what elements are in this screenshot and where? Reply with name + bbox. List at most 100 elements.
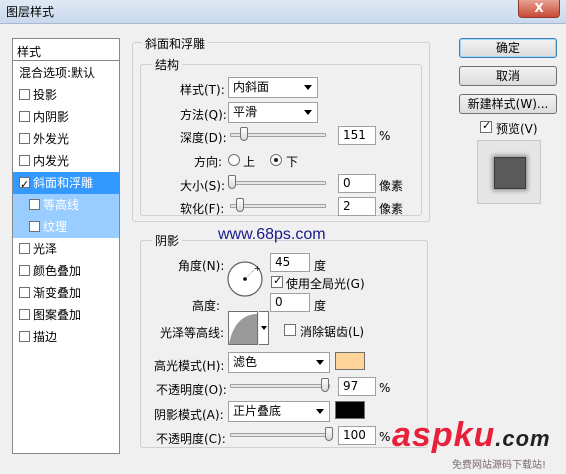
soften-unit: 像素 xyxy=(379,202,404,216)
style-list-item[interactable]: 等高线 xyxy=(13,194,119,216)
shadow-opacity-unit: % xyxy=(379,430,391,444)
global-light-label[interactable]: 使用全局光(G) xyxy=(286,275,365,292)
highlight-mode-label: 高光模式(H): xyxy=(154,359,225,373)
depth-input[interactable]: 151 xyxy=(338,126,376,145)
style-list-item-label: 渐变叠加 xyxy=(33,286,82,300)
highlight-mode-value: 滤色 xyxy=(233,355,258,369)
style-list-checkbox[interactable] xyxy=(19,309,30,320)
angle-dial[interactable]: + xyxy=(226,260,264,298)
highlight-opacity-label: 不透明度(O): xyxy=(156,383,227,397)
style-list-item-label: 混合选项:默认 xyxy=(19,66,96,80)
direction-up-radio[interactable] xyxy=(228,154,240,166)
style-list-item-label: 外发光 xyxy=(33,132,70,146)
style-list-checkbox[interactable] xyxy=(19,265,30,276)
size-input[interactable]: 0 xyxy=(338,174,376,193)
global-light-checkbox[interactable] xyxy=(271,274,283,288)
style-list-checkbox[interactable] xyxy=(19,133,30,144)
chevron-down-icon xyxy=(304,110,312,115)
style-list-item[interactable]: 描边 xyxy=(13,326,119,348)
style-list-checkbox[interactable] xyxy=(29,221,40,232)
angle-input[interactable]: 45 xyxy=(270,253,310,272)
style-list-item-label: 内发光 xyxy=(33,154,70,168)
gloss-contour-label: 光泽等高线: xyxy=(160,326,225,340)
new-style-button[interactable]: 新建样式(W)... xyxy=(459,94,557,114)
soften-label: 软化(F): xyxy=(180,202,225,216)
shadow-opacity-slider[interactable] xyxy=(230,433,330,437)
window-title: 图层样式 xyxy=(6,5,55,19)
size-slider[interactable] xyxy=(230,181,326,185)
highlight-mode-dropdown[interactable]: 滤色 xyxy=(228,352,330,373)
depth-label: 深度(D): xyxy=(180,131,227,145)
highlight-opacity-thumb[interactable] xyxy=(321,378,329,392)
chevron-down-icon xyxy=(261,326,267,330)
preview-label[interactable]: 预览(V) xyxy=(496,120,538,137)
watermark-68ps: www.68ps.com xyxy=(218,226,326,243)
style-dropdown[interactable]: 内斜面 xyxy=(228,77,318,98)
antialias-checkbox[interactable] xyxy=(284,324,296,336)
style-list-header[interactable]: 样式 xyxy=(13,39,119,61)
altitude-input[interactable]: 0 xyxy=(270,293,310,312)
style-list-item[interactable]: 光泽 xyxy=(13,238,119,260)
style-list-item-label: 投影 xyxy=(33,88,58,102)
soften-input[interactable]: 2 xyxy=(338,197,376,216)
soften-slider-thumb[interactable] xyxy=(236,198,244,212)
altitude-label: 高度: xyxy=(192,299,221,313)
style-preview xyxy=(477,140,541,204)
watermark-aspku: aspku.com xyxy=(392,416,551,455)
technique-dropdown[interactable]: 平滑 xyxy=(228,102,318,123)
gloss-contour-dropdown[interactable] xyxy=(259,311,269,345)
style-label: 样式(T): xyxy=(180,83,225,97)
style-list-item[interactable]: 渐变叠加 xyxy=(13,282,119,304)
shadow-opacity-thumb[interactable] xyxy=(325,427,333,441)
style-list-item[interactable]: 图案叠加 xyxy=(13,304,119,326)
style-list-checkbox[interactable] xyxy=(19,331,30,342)
style-list-checkbox[interactable] xyxy=(19,174,30,196)
direction-label: 方向: xyxy=(194,155,223,169)
style-list-item[interactable]: 混合选项:默认 xyxy=(13,62,119,84)
highlight-opacity-unit: % xyxy=(379,381,391,395)
chevron-down-icon xyxy=(316,360,324,365)
soften-slider[interactable] xyxy=(230,204,326,208)
style-list-checkbox[interactable] xyxy=(19,155,30,166)
depth-slider-thumb[interactable] xyxy=(240,127,248,141)
style-list-item-label: 描边 xyxy=(33,330,58,344)
style-list-item[interactable]: 外发光 xyxy=(13,128,119,150)
ok-button[interactable]: 确定 xyxy=(459,38,557,58)
close-button[interactable]: X xyxy=(518,0,560,18)
angle-unit: 度 xyxy=(314,259,327,273)
gloss-contour-picker[interactable] xyxy=(228,311,258,345)
highlight-opacity-input[interactable]: 97 xyxy=(338,377,376,396)
style-list-item-label: 等高线 xyxy=(43,198,80,212)
style-list-checkbox[interactable] xyxy=(19,287,30,298)
antialias-label[interactable]: 消除锯齿(L) xyxy=(300,323,364,340)
highlight-color-swatch[interactable] xyxy=(335,352,365,370)
direction-down-label[interactable]: 下 xyxy=(286,153,298,170)
style-list-checkbox[interactable] xyxy=(29,199,40,210)
style-list-item[interactable]: 内阴影 xyxy=(13,106,119,128)
title-bar: 图层样式 X xyxy=(0,0,566,24)
shadow-opacity-label: 不透明度(C): xyxy=(156,432,226,446)
style-list-item[interactable]: 投影 xyxy=(13,84,119,106)
highlight-opacity-slider[interactable] xyxy=(230,384,330,388)
style-list-item[interactable]: 内发光 xyxy=(13,150,119,172)
style-list-item[interactable]: 斜面和浮雕 xyxy=(13,172,119,196)
style-list-checkbox[interactable] xyxy=(19,89,30,100)
shadow-color-swatch[interactable] xyxy=(335,401,365,419)
style-list-item[interactable]: 颜色叠加 xyxy=(13,260,119,282)
style-list-checkbox[interactable] xyxy=(19,243,30,254)
shadow-opacity-input[interactable]: 100 xyxy=(338,426,376,445)
watermark-tagline: 免费网站源码下载站! xyxy=(452,460,547,471)
style-list-item-label: 颜色叠加 xyxy=(33,264,82,278)
style-dropdown-value: 内斜面 xyxy=(233,80,270,94)
style-list-item-label: 内阴影 xyxy=(33,110,70,124)
preview-checkbox[interactable] xyxy=(480,119,492,133)
style-list-checkbox[interactable] xyxy=(19,111,30,122)
style-list-item[interactable]: 纹理 xyxy=(13,216,119,238)
direction-down-radio[interactable] xyxy=(270,154,282,166)
cancel-button[interactable]: 取消 xyxy=(459,66,557,86)
style-list: 样式 混合选项:默认投影内阴影外发光内发光斜面和浮雕等高线纹理光泽颜色叠加渐变叠… xyxy=(12,38,120,454)
shadow-mode-dropdown[interactable]: 正片叠底 xyxy=(228,401,330,422)
size-slider-thumb[interactable] xyxy=(228,175,236,189)
shading-title: 阴影 xyxy=(152,232,183,249)
direction-up-label[interactable]: 上 xyxy=(243,153,255,170)
